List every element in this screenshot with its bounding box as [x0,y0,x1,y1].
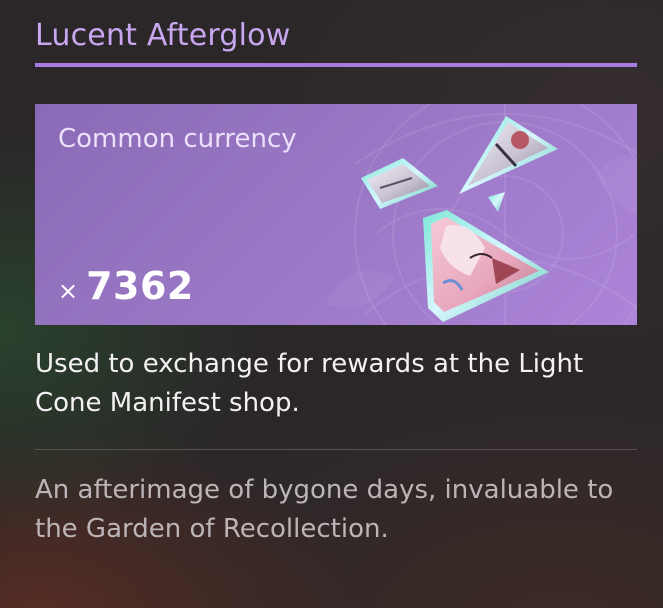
section-divider [35,449,637,450]
item-flavor-text: An afterimage of bygone days, invaluable… [35,475,614,544]
light-cone-shards-icon [361,116,558,322]
item-description: Used to exchange for rewards at the Ligh… [35,349,584,418]
item-category-label: Common currency [58,124,297,154]
item-quantity: × 7362 [58,264,194,308]
item-title: Lucent Afterglow [35,18,291,53]
title-underline [35,63,637,67]
quantity-multiplier-sign: × [58,277,79,305]
quantity-value: 7362 [86,264,194,308]
item-card: Common currency × 7362 [35,104,637,325]
